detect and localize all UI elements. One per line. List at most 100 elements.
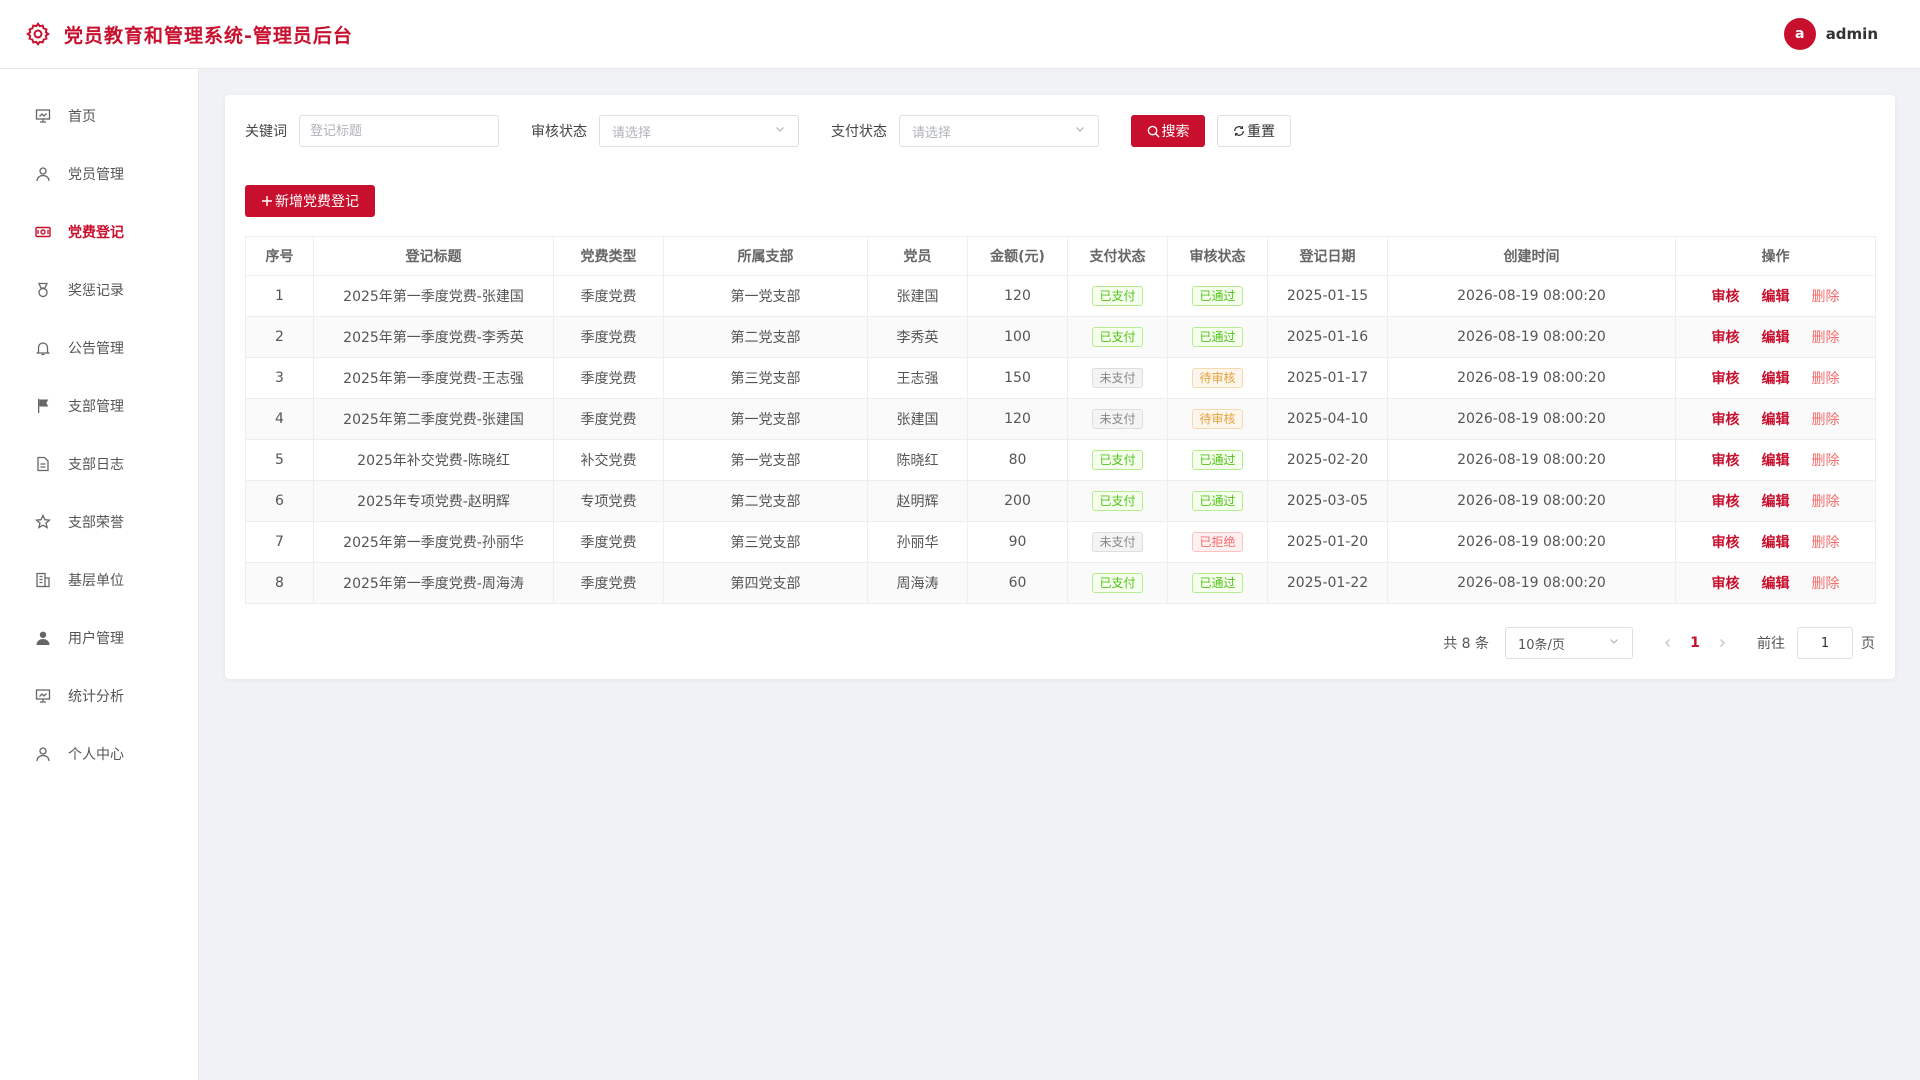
keyword-field[interactable]: [299, 115, 499, 147]
keyword-input[interactable]: [310, 123, 488, 139]
sidebar-item-notices[interactable]: 公告管理: [0, 319, 198, 377]
user-menu[interactable]: a admin: [1783, 18, 1878, 50]
chart-board-icon: [34, 687, 52, 705]
audit-button[interactable]: 审核: [1712, 368, 1740, 388]
sidebar-item-members[interactable]: 党员管理: [0, 145, 198, 203]
cell-type: 专项党费: [553, 480, 664, 522]
sidebar-item-branches[interactable]: 支部管理: [0, 377, 198, 435]
username[interactable]: admin: [1826, 25, 1878, 43]
cell-member: 赵明辉: [867, 480, 968, 522]
sidebar-item-branch-honors[interactable]: 支部荣誉: [0, 493, 198, 551]
delete-button[interactable]: 删除: [1812, 286, 1840, 306]
cell-branch: 第一党支部: [663, 439, 868, 481]
cell-audit-status: 已通过: [1167, 439, 1268, 481]
audit-button[interactable]: 审核: [1712, 327, 1740, 347]
edit-button[interactable]: 编辑: [1762, 409, 1790, 429]
cell-date: 2025-01-20: [1267, 521, 1388, 563]
cell-member: 张建国: [867, 398, 968, 440]
prev-page-button[interactable]: [1657, 638, 1679, 648]
next-page-button[interactable]: [1711, 638, 1733, 648]
avatar[interactable]: a: [1783, 18, 1816, 50]
audit-status-badge: 待审核: [1192, 368, 1243, 388]
cell-audit-status: 已拒绝: [1167, 521, 1268, 563]
sidebar-item-home[interactable]: 首页: [0, 87, 198, 145]
sidebar-item-users[interactable]: 用户管理: [0, 609, 198, 667]
cell-type: 季度党费: [553, 316, 664, 358]
flag-icon: [34, 397, 52, 415]
cell-member: 李秀英: [867, 316, 968, 358]
sidebar-item-label: 公告管理: [68, 341, 124, 357]
cell-actions: 审核 编辑 删除: [1675, 439, 1876, 481]
gear-icon: [24, 20, 52, 48]
sidebar-item-dues[interactable]: 党费登记: [0, 203, 198, 261]
edit-button[interactable]: 编辑: [1762, 368, 1790, 388]
audit-status-badge: 已通过: [1192, 573, 1243, 593]
chevron-down-icon: [1074, 123, 1086, 139]
chevron-down-icon: [774, 123, 786, 139]
user-icon: [34, 165, 52, 183]
audit-button[interactable]: 审核: [1712, 573, 1740, 593]
audit-status-select[interactable]: 请选择: [599, 115, 799, 147]
edit-button[interactable]: 编辑: [1762, 327, 1790, 347]
sidebar-item-units[interactable]: 基层单位: [0, 551, 198, 609]
cell-audit-status: 待审核: [1167, 398, 1268, 440]
reset-button[interactable]: 重置: [1217, 115, 1291, 147]
delete-button[interactable]: 删除: [1812, 450, 1840, 470]
goto-page-field[interactable]: [1797, 627, 1853, 659]
cell-no: 4: [245, 398, 314, 440]
cell-member: 孙丽华: [867, 521, 968, 563]
pay-status-select[interactable]: 请选择: [899, 115, 1099, 147]
sidebar-item-rewards[interactable]: 奖惩记录: [0, 261, 198, 319]
add-dues-button-label: 新增党费登记: [275, 194, 359, 210]
cell-audit-status: 待审核: [1167, 357, 1268, 399]
delete-button[interactable]: 删除: [1812, 327, 1840, 347]
cell-created: 2026-08-19 08:00:20: [1387, 357, 1676, 399]
page-number-current[interactable]: 1: [1679, 635, 1711, 651]
audit-status-badge: 已通过: [1192, 491, 1243, 511]
cell-title: 2025年第一季度党费-李秀英: [313, 316, 554, 358]
sidebar-item-branch-logs[interactable]: 支部日志: [0, 435, 198, 493]
edit-button[interactable]: 编辑: [1762, 491, 1790, 511]
page-size-value: 10条/页: [1518, 637, 1565, 653]
cell-actions: 审核 编辑 删除: [1675, 398, 1876, 440]
edit-button[interactable]: 编辑: [1762, 532, 1790, 552]
add-dues-button[interactable]: 新增党费登记: [245, 185, 375, 217]
cell-member: 周海涛: [867, 562, 968, 604]
document-icon: [34, 455, 52, 473]
audit-button[interactable]: 审核: [1712, 491, 1740, 511]
page-size-select[interactable]: 10条/页: [1505, 627, 1633, 659]
delete-button[interactable]: 删除: [1812, 368, 1840, 388]
cell-type: 补交党费: [553, 439, 664, 481]
table-row: 3 2025年第一季度党费-王志强 季度党费 第三党支部 王志强 150 未支付 待审核 202…: [245, 357, 1876, 399]
dues-table: 序号 登记标题 党费类型 所属支部 党员 金额(元) 支付状态 审核状态 登记日…: [245, 236, 1876, 604]
sidebar-item-statistics[interactable]: 统计分析: [0, 667, 198, 725]
goto-page-input[interactable]: [1805, 635, 1845, 651]
cell-amount: 90: [967, 521, 1068, 563]
plus-icon: [261, 195, 273, 207]
audit-button[interactable]: 审核: [1712, 409, 1740, 429]
audit-button[interactable]: 审核: [1712, 532, 1740, 552]
cell-no: 8: [245, 562, 314, 604]
sidebar-item-label: 统计分析: [68, 689, 124, 705]
cell-actions: 审核 编辑 删除: [1675, 357, 1876, 399]
audit-button[interactable]: 审核: [1712, 286, 1740, 306]
pay-status-label: 支付状态: [831, 124, 887, 140]
pay-status-badge: 已支付: [1092, 450, 1143, 470]
edit-button[interactable]: 编辑: [1762, 286, 1790, 306]
delete-button[interactable]: 删除: [1812, 409, 1840, 429]
column-header: 支付状态: [1067, 236, 1168, 276]
audit-status-badge: 已拒绝: [1192, 532, 1243, 552]
delete-button[interactable]: 删除: [1812, 573, 1840, 593]
cell-actions: 审核 编辑 删除: [1675, 562, 1876, 604]
audit-button[interactable]: 审核: [1712, 450, 1740, 470]
cell-member: 陈晓红: [867, 439, 968, 481]
bell-icon: [34, 339, 52, 357]
delete-button[interactable]: 删除: [1812, 491, 1840, 511]
page-suffix: 页: [1861, 636, 1875, 652]
edit-button[interactable]: 编辑: [1762, 450, 1790, 470]
sidebar-item-profile[interactable]: 个人中心: [0, 725, 198, 783]
edit-button[interactable]: 编辑: [1762, 573, 1790, 593]
audit-status-label: 审核状态: [531, 124, 587, 140]
search-button[interactable]: 搜索: [1131, 115, 1205, 147]
delete-button[interactable]: 删除: [1812, 532, 1840, 552]
